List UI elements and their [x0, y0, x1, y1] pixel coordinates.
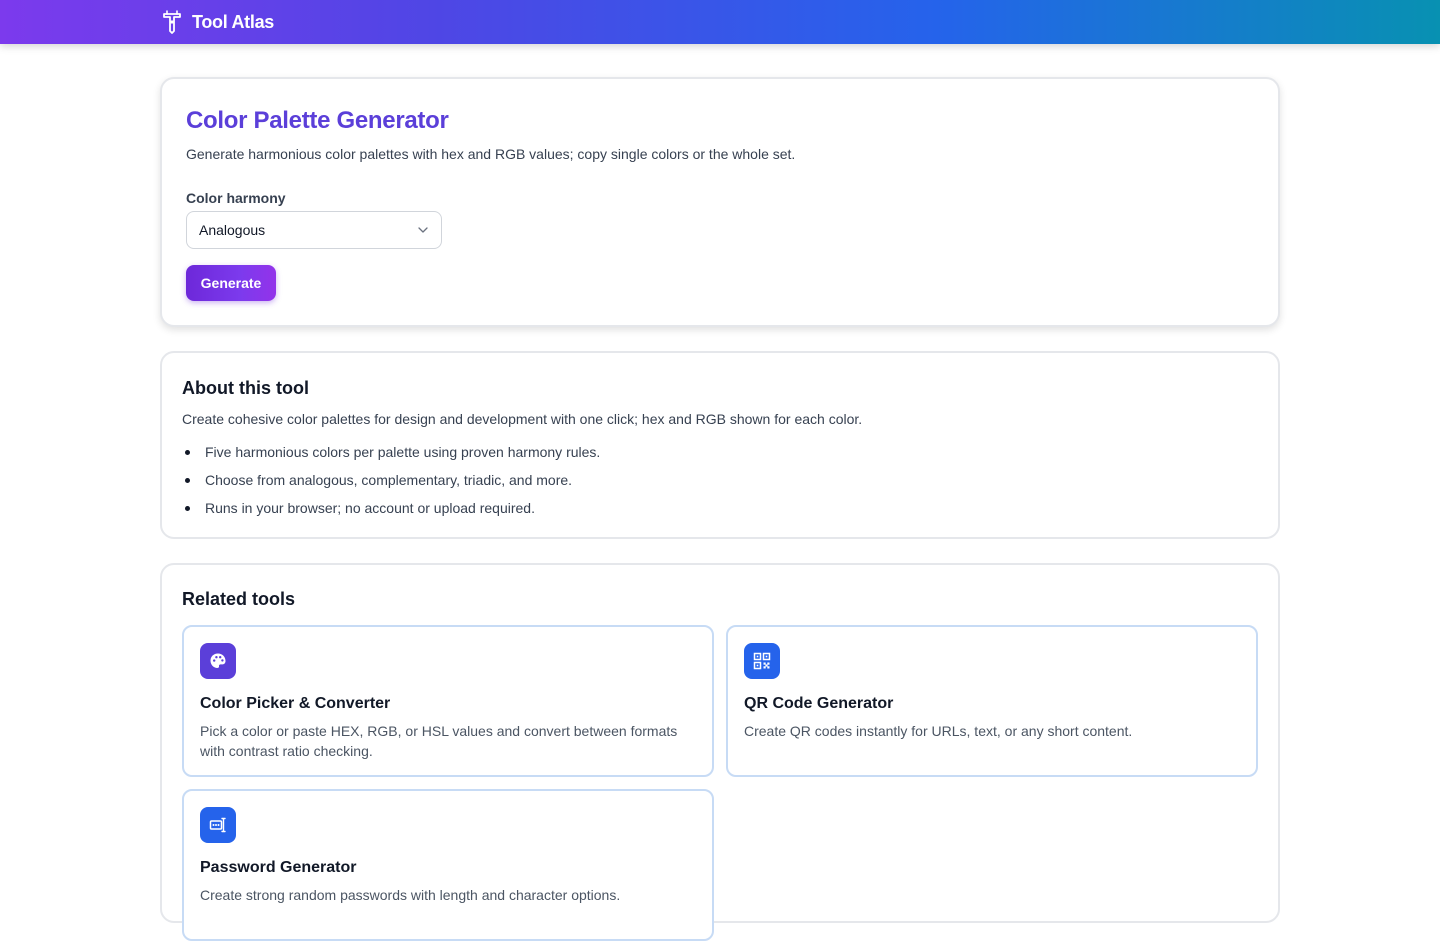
tool-name: Password Generator [200, 859, 357, 876]
about-card: About this tool Create cohesive color pa… [160, 351, 1280, 539]
about-feature-list: Five harmonious colors per palette using… [182, 441, 600, 525]
related-tool-color-picker[interactable]: Color Picker & Converter Pick a color or… [182, 625, 714, 777]
bullet-icon [185, 450, 190, 455]
tool-description: Create strong random passwords with leng… [200, 887, 621, 903]
brand-name: Tool Atlas [192, 11, 274, 32]
top-navbar: Tool Atlas [0, 0, 1440, 44]
tool-description: Create QR codes instantly for URLs, text… [744, 723, 1133, 739]
harmony-select[interactable]: Analogous [186, 211, 442, 249]
related-title: Related tools [182, 589, 296, 609]
bullet-icon [185, 478, 190, 483]
page-title: Color Palette Generator [186, 107, 449, 134]
brand-home-link[interactable]: Tool Atlas [160, 0, 274, 44]
list-item: Runs in your browser; no account or uplo… [182, 497, 600, 525]
related-tools-card: Related tools Color Picker & Converter P… [160, 563, 1280, 941]
bullet-icon [185, 506, 190, 511]
list-item: Five harmonious colors per palette using… [182, 441, 600, 469]
chevron-down-icon [417, 224, 429, 236]
related-tool-password[interactable]: Password Generator Create strong random … [182, 789, 714, 941]
palette-icon [200, 643, 236, 679]
about-text: Create cohesive color palettes for desig… [182, 411, 863, 427]
tool-description: Pick a color or paste HEX, RGB, or HSL v… [200, 723, 678, 759]
password-icon [200, 807, 236, 843]
harmony-label: Color harmony [186, 190, 286, 206]
about-title: About this tool [182, 378, 309, 398]
harmony-select-value: Analogous [199, 222, 266, 238]
related-tool-qr-code[interactable]: QR Code Generator Create QR codes instan… [726, 625, 1258, 777]
tool-name: QR Code Generator [744, 695, 894, 712]
tool-name: Color Picker & Converter [200, 695, 391, 712]
generate-button[interactable]: Generate [186, 265, 276, 301]
tool-description: Generate harmonious color palettes with … [186, 146, 796, 162]
tool-card: Color Palette Generator Generate harmoni… [160, 77, 1280, 327]
qr-code-icon [744, 643, 780, 679]
list-item: Choose from analogous, complementary, tr… [182, 469, 600, 497]
tool-logo-icon [160, 10, 184, 34]
